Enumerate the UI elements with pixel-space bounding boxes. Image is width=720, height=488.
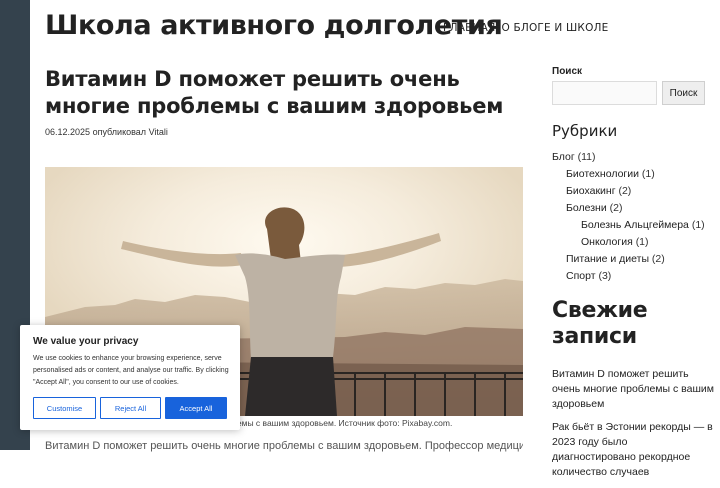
- category-link[interactable]: Биохакинг: [566, 185, 616, 197]
- categories-title: Рубрики: [552, 122, 618, 140]
- site-header: Школа активного долголетия ГЛАВНАЯ О БЛО…: [45, 8, 715, 52]
- category-count: (1): [635, 236, 649, 248]
- recent-post-item: Рак бьёт в Эстонии рекорды — в 2023 году…: [552, 420, 714, 480]
- category-count: (1): [691, 219, 705, 231]
- nav-home-link[interactable]: ГЛАВНАЯ: [443, 22, 495, 34]
- sidebar: Поиск Поиск Рубрики Блог (11) Биотехноло…: [552, 66, 714, 478]
- category-item-blog: Блог (11): [552, 151, 596, 163]
- category-link[interactable]: Биотехнологии: [566, 168, 639, 180]
- search-form: Поиск: [552, 81, 712, 107]
- category-item-nutrition: Питание и диеты (2): [566, 253, 665, 265]
- category-item-diseases: Болезни (2): [566, 202, 622, 214]
- recent-posts-title: Свежие записи: [552, 298, 648, 349]
- reject-all-button[interactable]: Reject All: [100, 397, 161, 419]
- nav-about-link[interactable]: О БЛОГЕ И ШКОЛЕ: [501, 22, 608, 34]
- category-item-oncology: Онкология (1): [581, 236, 649, 248]
- search-input[interactable]: [552, 81, 657, 105]
- category-link[interactable]: Блог: [552, 151, 575, 163]
- category-count: (2): [609, 202, 623, 214]
- search-label: Поиск: [552, 66, 583, 77]
- main-nav: ГЛАВНАЯ О БЛОГЕ И ШКОЛЕ: [443, 22, 608, 34]
- post-meta: 06.12.2025 опубликовал Vitali: [45, 127, 525, 137]
- cookie-description: We use cookies to enhance your browsing …: [33, 355, 229, 386]
- category-item-sport: Спорт (3): [566, 270, 611, 282]
- recent-posts-list: Витамин D поможет решить очень многие пр…: [552, 367, 714, 488]
- category-link[interactable]: Онкология: [581, 236, 633, 248]
- category-count: (2): [618, 185, 632, 197]
- site-title[interactable]: Школа активного долголетия: [45, 10, 503, 41]
- category-count: (1): [641, 168, 655, 180]
- published-by-label: опубликовал: [92, 127, 147, 137]
- cookie-consent-banner: We value your privacy We use cookies to …: [20, 325, 240, 430]
- author-link[interactable]: Vitali: [149, 127, 168, 137]
- category-link[interactable]: Болезнь Альцгеймера: [581, 219, 689, 231]
- recent-post-link[interactable]: Витамин D поможет решить очень многие пр…: [552, 368, 714, 410]
- recent-post-item: Витамин D поможет решить очень многие пр…: [552, 367, 714, 412]
- article: Витамин D поможет решить очень многие пр…: [45, 66, 525, 137]
- category-count: (3): [598, 270, 612, 282]
- article-body-text: Витамин D поможет решить очень многие пр…: [45, 440, 523, 452]
- category-count: (11): [577, 151, 596, 163]
- post-title: Витамин D поможет решить очень многие пр…: [45, 67, 504, 118]
- category-count: (2): [651, 253, 665, 265]
- category-item-alzheimers: Болезнь Альцгеймера (1): [581, 219, 705, 231]
- category-item-biotech: Биотехнологии (1): [566, 168, 655, 180]
- customise-button[interactable]: Customise: [33, 397, 96, 419]
- category-link[interactable]: Питание и диеты: [566, 253, 649, 265]
- category-link[interactable]: Болезни: [566, 202, 607, 214]
- category-item-biohacking: Биохакинг (2): [566, 185, 631, 197]
- cookie-title: We value your privacy: [33, 336, 139, 347]
- category-link[interactable]: Спорт: [566, 270, 596, 282]
- accept-all-button[interactable]: Accept All: [165, 397, 227, 419]
- search-button[interactable]: Поиск: [662, 81, 705, 105]
- post-date[interactable]: 06.12.2025: [45, 127, 90, 137]
